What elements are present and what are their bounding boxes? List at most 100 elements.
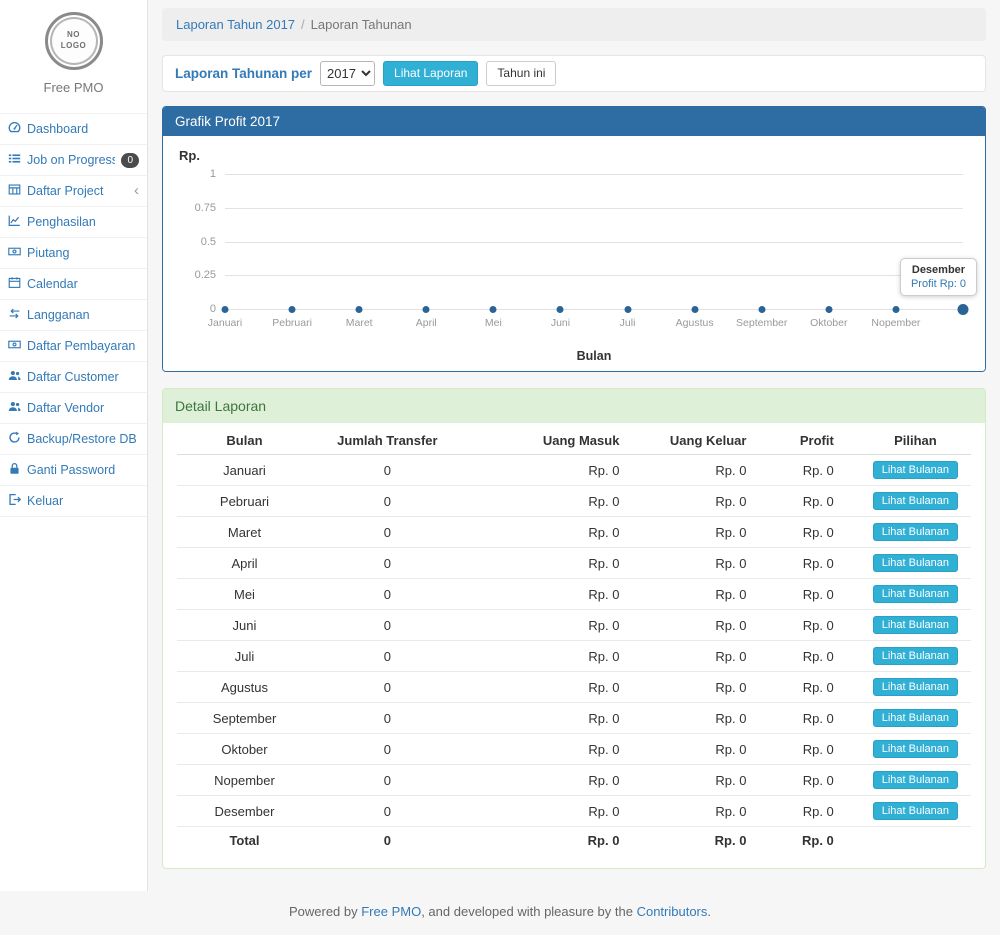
table-row: Agustus 0 Rp. 0 Rp. 0 Rp. 0 Lihat Bulana… (177, 672, 971, 703)
chart-point-desember[interactable] (958, 304, 969, 315)
lihat-bulanan-button[interactable]: Lihat Bulanan (873, 492, 958, 510)
sidebar-item-label: Ganti Password (27, 463, 139, 477)
breadcrumb: Laporan Tahun 2017/Laporan Tahunan (162, 8, 986, 41)
cell-jumlah-transfer: 0 (312, 703, 463, 734)
sidebar-item-daftar-project[interactable]: Daftar Project ‹ (0, 176, 147, 207)
x-axis-title: Bulan (225, 349, 963, 363)
chevron-left-icon: ‹ (134, 185, 139, 197)
lihat-bulanan-button[interactable]: Lihat Bulanan (873, 554, 958, 572)
sidebar: NO LOGO Free PMO Dashboard Job on Progre… (0, 0, 148, 891)
sidebar-item-keluar[interactable]: Keluar (0, 486, 147, 517)
gridline (225, 309, 963, 310)
cell-profit: Rp. 0 (772, 641, 859, 672)
detail-panel-body: Bulan Jumlah Transfer Uang Masuk Uang Ke… (163, 423, 985, 868)
table-row: Juli 0 Rp. 0 Rp. 0 Rp. 0 Lihat Bulanan (177, 641, 971, 672)
chart-point[interactable] (423, 306, 430, 313)
chart-point[interactable] (222, 306, 229, 313)
lihat-bulanan-button[interactable]: Lihat Bulanan (873, 771, 958, 789)
lihat-laporan-button[interactable]: Lihat Laporan (383, 61, 478, 87)
lihat-bulanan-button[interactable]: Lihat Bulanan (873, 523, 958, 541)
table-icon (8, 183, 21, 199)
chart-point[interactable] (892, 306, 899, 313)
calendar-icon (8, 276, 21, 292)
cell-profit: Rp. 0 (772, 796, 859, 827)
sidebar-item-label: Keluar (27, 494, 139, 508)
job-count-badge: 0 (121, 153, 139, 168)
chart-point[interactable] (490, 306, 497, 313)
sidebar-item-label: Daftar Customer (27, 370, 139, 384)
detail-laporan-panel: Detail Laporan Bulan Jumlah Transfer Uan… (162, 388, 986, 869)
cell-bulan: Juni (177, 610, 312, 641)
y-tick-label: 0.75 (195, 202, 216, 214)
year-select[interactable]: 2017 (320, 61, 375, 86)
cell-jumlah-transfer: 0 (312, 548, 463, 579)
exchange-icon (8, 307, 21, 323)
tasks-icon (8, 152, 21, 168)
chart-point[interactable] (624, 306, 631, 313)
sidebar-item-daftar-vendor[interactable]: Daftar Vendor (0, 393, 147, 424)
footer-link-freepmo[interactable]: Free PMO (361, 904, 421, 919)
cell-uang-masuk: Rp. 0 (463, 610, 646, 641)
total-profit: Rp. 0 (772, 827, 859, 855)
sidebar-item-calendar[interactable]: Calendar (0, 269, 147, 300)
breadcrumb-link[interactable]: Laporan Tahun 2017 (176, 17, 295, 32)
cell-uang-keluar: Rp. 0 (645, 610, 772, 641)
cell-jumlah-transfer: 0 (312, 579, 463, 610)
chart-point[interactable] (825, 306, 832, 313)
sidebar-item-dashboard[interactable]: Dashboard (0, 114, 147, 145)
lihat-bulanan-button[interactable]: Lihat Bulanan (873, 585, 958, 603)
sidebar-item-job-on-progress[interactable]: Job on Progress 0 (0, 145, 147, 176)
cell-uang-masuk: Rp. 0 (463, 765, 646, 796)
footer: Powered by Free PMO, and developed with … (0, 891, 1000, 935)
filter-label: Laporan Tahunan per (175, 66, 312, 81)
sidebar-item-label: Daftar Pembayaran (27, 339, 139, 353)
line-chart-icon (8, 214, 21, 230)
cell-jumlah-transfer: 0 (312, 610, 463, 641)
chart-point[interactable] (356, 306, 363, 313)
sidebar-item-backup-restore-db[interactable]: Backup/Restore DB (0, 424, 147, 455)
cell-profit: Rp. 0 (772, 734, 859, 765)
cell-profit: Rp. 0 (772, 548, 859, 579)
cell-uang-keluar: Rp. 0 (645, 641, 772, 672)
x-tick-label: Januari (208, 317, 242, 329)
sidebar-menu: Dashboard Job on Progress 0 Daftar Proje… (0, 113, 147, 517)
y-tick-label: 1 (210, 168, 216, 180)
lihat-bulanan-button[interactable]: Lihat Bulanan (873, 740, 958, 758)
x-tick-label: April (416, 317, 437, 329)
table-row: September 0 Rp. 0 Rp. 0 Rp. 0 Lihat Bula… (177, 703, 971, 734)
sidebar-item-ganti-password[interactable]: Ganti Password (0, 455, 147, 486)
sidebar-item-penghasilan[interactable]: Penghasilan (0, 207, 147, 238)
cell-uang-masuk: Rp. 0 (463, 486, 646, 517)
tooltip-value: Profit Rp: 0 (911, 278, 966, 290)
table-header-row: Bulan Jumlah Transfer Uang Masuk Uang Ke… (177, 427, 971, 455)
lihat-bulanan-button[interactable]: Lihat Bulanan (873, 647, 958, 665)
chart-point[interactable] (289, 306, 296, 313)
sidebar-item-daftar-customer[interactable]: Daftar Customer (0, 362, 147, 393)
cell-bulan: April (177, 548, 312, 579)
total-label: Total (177, 827, 312, 855)
chart-point[interactable] (758, 306, 765, 313)
cell-uang-masuk: Rp. 0 (463, 703, 646, 734)
money-icon (8, 338, 21, 354)
sidebar-item-langganan[interactable]: Langganan (0, 300, 147, 331)
chart-point[interactable] (557, 306, 564, 313)
lihat-bulanan-button[interactable]: Lihat Bulanan (873, 678, 958, 696)
cell-uang-keluar: Rp. 0 (645, 734, 772, 765)
lihat-bulanan-button[interactable]: Lihat Bulanan (873, 616, 958, 634)
cell-jumlah-transfer: 0 (312, 765, 463, 796)
cell-uang-masuk: Rp. 0 (463, 796, 646, 827)
footer-link-contributors[interactable]: Contributors (637, 904, 708, 919)
cell-bulan: Juli (177, 641, 312, 672)
cell-bulan: September (177, 703, 312, 734)
cell-uang-masuk: Rp. 0 (463, 672, 646, 703)
cell-uang-keluar: Rp. 0 (645, 579, 772, 610)
sidebar-item-piutang[interactable]: Piutang (0, 238, 147, 269)
cell-uang-keluar: Rp. 0 (645, 486, 772, 517)
lihat-bulanan-button[interactable]: Lihat Bulanan (873, 461, 958, 479)
tahun-ini-button[interactable]: Tahun ini (486, 61, 556, 87)
chart-point[interactable] (691, 306, 698, 313)
lihat-bulanan-button[interactable]: Lihat Bulanan (873, 802, 958, 820)
sidebar-item-daftar-pembayaran[interactable]: Daftar Pembayaran (0, 331, 147, 362)
profit-chart-panel: Grafik Profit 2017 Rp. 1 0.75 0.5 0.25 0 (162, 106, 986, 372)
lihat-bulanan-button[interactable]: Lihat Bulanan (873, 709, 958, 727)
